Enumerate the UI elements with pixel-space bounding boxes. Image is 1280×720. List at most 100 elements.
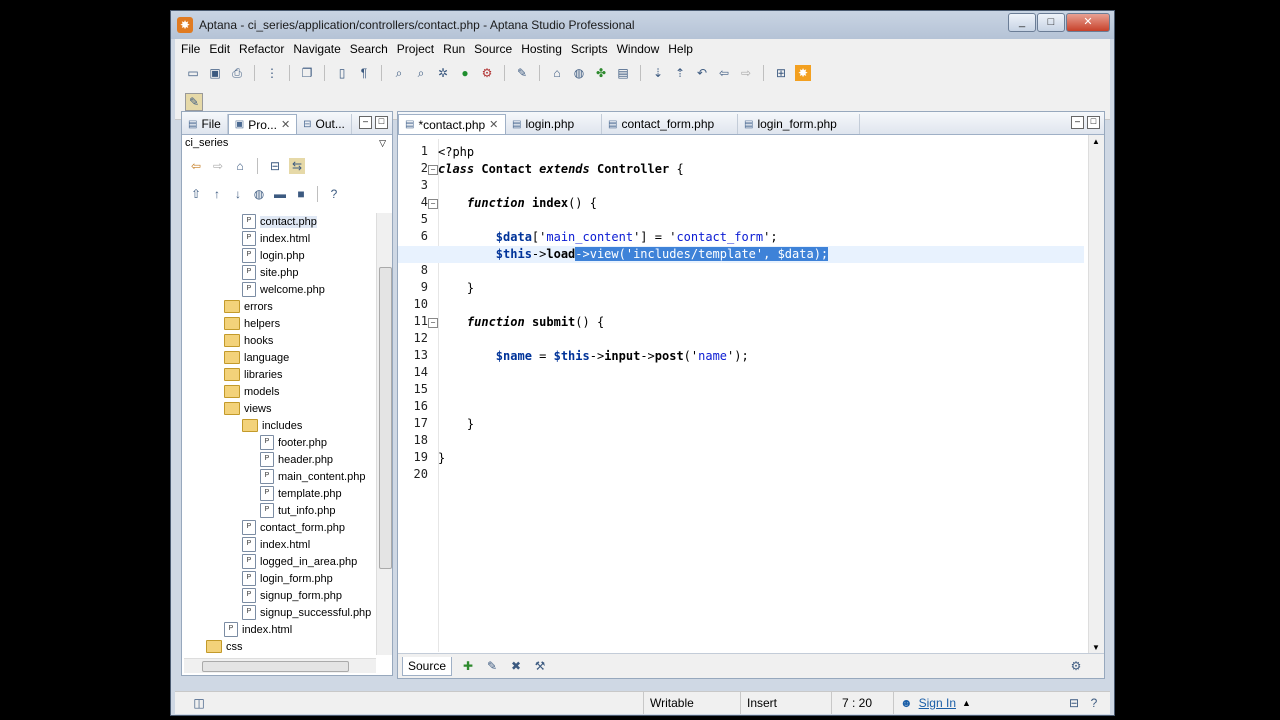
menu-run[interactable]: Run xyxy=(443,42,465,56)
minimize-icon[interactable]: – xyxy=(359,116,372,129)
tree-file[interactable]: Ptut_info.php xyxy=(184,502,374,519)
search-icon[interactable]: ⌕ xyxy=(391,65,407,81)
tree-file[interactable]: Pfooter.php xyxy=(184,434,374,451)
terminal-icon[interactable]: ■ xyxy=(293,186,309,202)
back-icon[interactable]: ⇦ xyxy=(716,65,732,81)
external-tools-icon[interactable]: ⚙ xyxy=(479,65,495,81)
tree-folder[interactable]: views xyxy=(184,400,374,417)
next-annotation-icon[interactable]: ⇣ xyxy=(650,65,666,81)
tab-outline[interactable]: ⊟ Out... xyxy=(297,114,352,134)
link-editor-icon[interactable]: ⇆ xyxy=(289,158,305,174)
editor-scrollbar[interactable]: ▲ ▼ xyxy=(1088,135,1104,654)
tree-folder[interactable]: css xyxy=(184,638,374,653)
add-icon[interactable]: ✚ xyxy=(460,658,476,674)
close-icon[interactable]: ✕ xyxy=(281,118,290,131)
tree-folder[interactable]: includes xyxy=(184,417,374,434)
tree-scrollbar[interactable] xyxy=(376,213,392,655)
settings-icon[interactable]: ⚙ xyxy=(1068,658,1084,674)
pencil-icon[interactable]: ✎ xyxy=(514,65,530,81)
code-area[interactable]: 12−34−567891011−121314151617181920 <?php… xyxy=(398,139,1084,652)
tree-file[interactable]: Psignup_form.php xyxy=(184,587,374,604)
up-icon[interactable]: ⇧ xyxy=(188,186,204,202)
tree-file[interactable]: Plogin_form.php xyxy=(184,570,374,587)
down-arrow-icon[interactable]: ↓ xyxy=(230,186,246,202)
menu-window[interactable]: Window xyxy=(617,42,660,56)
toggle-block-icon[interactable]: ▯ xyxy=(334,65,350,81)
tree-file[interactable]: Plogin.php xyxy=(184,247,374,264)
scroll-down-icon[interactable]: ▼ xyxy=(1092,643,1100,652)
sign-in-link[interactable]: Sign In xyxy=(919,692,956,714)
perspective-icon[interactable]: ⊞ xyxy=(773,65,789,81)
aptana-perspective-icon[interactable]: ✸ xyxy=(795,65,811,81)
menu-hosting[interactable]: Hosting xyxy=(521,42,562,56)
chevron-down-icon[interactable]: ▽ xyxy=(379,138,386,149)
hierarchy-icon[interactable]: ⋮ xyxy=(264,65,280,81)
menu-project[interactable]: Project xyxy=(397,42,434,56)
tree-folder[interactable]: helpers xyxy=(184,315,374,332)
tree-file[interactable]: Pheader.php xyxy=(184,451,374,468)
tree-file[interactable]: Pcontact.php xyxy=(184,213,374,230)
home-icon[interactable]: ⌂ xyxy=(549,65,565,81)
print-icon[interactable]: ⎙ xyxy=(229,65,245,81)
tree-file[interactable]: Pwelcome.php xyxy=(184,281,374,298)
tree-file[interactable]: Pindex.html xyxy=(184,536,374,553)
tree-file[interactable]: Psite.php xyxy=(184,264,374,281)
wrench-icon[interactable]: ⚒ xyxy=(532,658,548,674)
tree-file[interactable]: Pindex.html xyxy=(184,230,374,247)
forward-icon[interactable]: ⇨ xyxy=(738,65,754,81)
tree-file[interactable]: Psignup_successful.php xyxy=(184,604,374,621)
forward-icon[interactable]: ⇨ xyxy=(210,158,226,174)
tab-file[interactable]: ▤ File xyxy=(182,114,228,134)
run-icon[interactable]: ● xyxy=(457,65,473,81)
minimize-button[interactable]: _ xyxy=(1008,13,1036,32)
maximize-icon[interactable]: □ xyxy=(375,116,388,129)
tab-contact-form-php[interactable]: ▤ contact_form.php xyxy=(602,114,738,134)
globe-icon[interactable]: ◍ xyxy=(571,65,587,81)
scroll-up-icon[interactable]: ▲ xyxy=(1092,137,1100,146)
tree-file[interactable]: Pcontact_form.php xyxy=(184,519,374,536)
notification-icon[interactable]: ⊟ xyxy=(1066,695,1082,711)
scroll-thumb[interactable] xyxy=(379,267,392,569)
tree-folder[interactable]: models xyxy=(184,383,374,400)
maximize-button[interactable]: □ xyxy=(1037,13,1065,32)
maximize-icon[interactable]: □ xyxy=(1087,116,1100,129)
find-icon[interactable]: ⌕ xyxy=(413,65,429,81)
globe-icon[interactable]: ◍ xyxy=(251,186,267,202)
fast-view-icon[interactable]: ◫ xyxy=(191,695,207,711)
save-icon[interactable]: ▣ xyxy=(207,65,223,81)
tab-project[interactable]: ▣ Pro... ✕ xyxy=(227,114,298,134)
menu-file[interactable]: File xyxy=(181,42,200,56)
tree-folder[interactable]: hooks xyxy=(184,332,374,349)
home-icon[interactable]: ⌂ xyxy=(232,158,248,174)
tree-folder[interactable]: language xyxy=(184,349,374,366)
help-icon[interactable]: ? xyxy=(326,186,342,202)
tree-file[interactable]: Pmain_content.php xyxy=(184,468,374,485)
menu-refactor[interactable]: Refactor xyxy=(239,42,284,56)
minimize-icon[interactable]: – xyxy=(1071,116,1084,129)
chevron-up-icon[interactable]: ▲ xyxy=(962,692,971,714)
menu-edit[interactable]: Edit xyxy=(209,42,230,56)
disconnect-icon[interactable]: ▬ xyxy=(272,186,288,202)
tree-folder[interactable]: errors xyxy=(184,298,374,315)
show-whitespace-icon[interactable]: ¶ xyxy=(356,65,372,81)
tree-file[interactable]: Ptemplate.php xyxy=(184,485,374,502)
up-arrow-icon[interactable]: ↑ xyxy=(209,186,225,202)
menu-search[interactable]: Search xyxy=(350,42,388,56)
tab-login-form-php[interactable]: ▤ login_form.php xyxy=(738,114,860,134)
menu-source[interactable]: Source xyxy=(474,42,512,56)
open-folder-icon[interactable]: ❐ xyxy=(299,65,315,81)
menu-help[interactable]: Help xyxy=(668,42,693,56)
menu-scripts[interactable]: Scripts xyxy=(571,42,608,56)
back-icon[interactable]: ⇦ xyxy=(188,158,204,174)
tree-file[interactable]: Pindex.html xyxy=(184,621,374,638)
plugin-icon[interactable]: ✤ xyxy=(593,65,609,81)
tree-hscrollbar[interactable] xyxy=(184,658,376,673)
debug-icon[interactable]: ✲ xyxy=(435,65,451,81)
collapse-all-icon[interactable]: ⊟ xyxy=(267,158,283,174)
menu-navigate[interactable]: Navigate xyxy=(293,42,340,56)
window-icon[interactable]: ▤ xyxy=(615,65,631,81)
tab-source[interactable]: Source xyxy=(402,656,453,676)
last-edit-icon[interactable]: ↶ xyxy=(694,65,710,81)
tree-file[interactable]: Plogged_in_area.php xyxy=(184,553,374,570)
edit-icon[interactable]: ✎ xyxy=(185,93,203,111)
